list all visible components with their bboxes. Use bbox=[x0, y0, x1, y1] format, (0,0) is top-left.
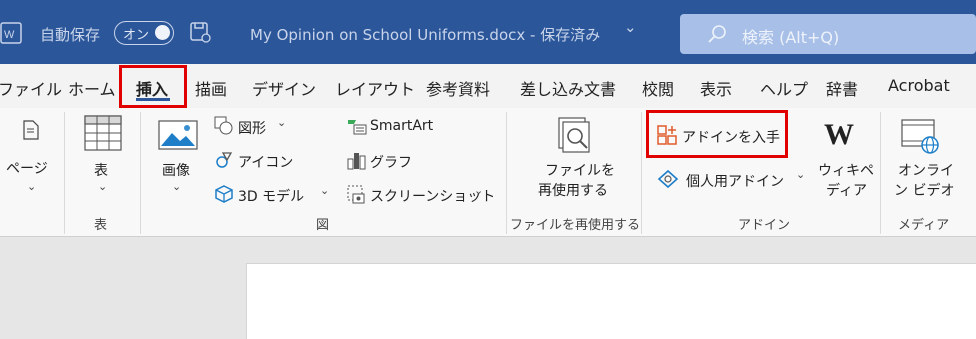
tab-help[interactable]: ヘルプ bbox=[760, 76, 808, 100]
tab-acrobat[interactable]: Acrobat bbox=[888, 76, 950, 95]
icons-icon bbox=[214, 150, 234, 174]
group-label-reuse-files: ファイルを再使用する bbox=[510, 218, 641, 233]
reuse-files-icon[interactable] bbox=[555, 116, 595, 160]
my-addins-icon bbox=[657, 168, 681, 194]
tab-review[interactable]: 校閲 bbox=[642, 76, 674, 100]
shapes-chevron-icon[interactable]: ⌄ bbox=[277, 116, 286, 129]
tab-home[interactable]: ホーム bbox=[68, 76, 116, 100]
autosave-toggle-state: オン bbox=[123, 28, 150, 43]
title-bar: W 自動保存 オン My Opinion on School Uniforms.… bbox=[0, 0, 976, 64]
my-addins-chevron-icon[interactable]: ⌄ bbox=[796, 168, 805, 181]
search-icon bbox=[706, 23, 728, 49]
table-chevron-icon[interactable]: ⌄ bbox=[98, 180, 107, 193]
screenshot-chevron-icon[interactable]: ⌄ bbox=[474, 184, 483, 197]
pages-chevron-icon[interactable]: ⌄ bbox=[27, 180, 36, 193]
reuse-files-label-line1[interactable]: ファイルを bbox=[545, 160, 615, 180]
tab-layout[interactable]: レイアウト bbox=[335, 76, 415, 100]
svg-text:W: W bbox=[824, 118, 854, 151]
document-title[interactable]: My Opinion on School Uniforms.docx - 保存済… bbox=[250, 24, 600, 45]
3d-models-chevron-icon[interactable]: ⌄ bbox=[320, 184, 329, 197]
picture-button-label[interactable]: 画像 bbox=[162, 160, 190, 180]
reuse-files-label-line2[interactable]: 再使用する bbox=[538, 180, 608, 200]
shapes-button-label[interactable]: 図形 bbox=[238, 118, 266, 138]
document-page[interactable] bbox=[246, 263, 976, 339]
tab-references[interactable]: 参考資料 bbox=[426, 76, 490, 100]
table-button-label[interactable]: 表 bbox=[94, 160, 108, 180]
3d-models-icon bbox=[214, 184, 234, 208]
shapes-icon bbox=[214, 116, 234, 140]
page-icon bbox=[22, 120, 40, 144]
separator bbox=[880, 112, 881, 234]
autosave-label: 自動保存 bbox=[40, 26, 101, 44]
pages-button-label[interactable]: ページ bbox=[6, 158, 48, 178]
picture-icon[interactable] bbox=[158, 120, 198, 154]
separator bbox=[506, 112, 507, 234]
table-icon[interactable] bbox=[84, 115, 122, 155]
wikipedia-icon[interactable]: W bbox=[822, 116, 862, 156]
icons-button-label[interactable]: アイコン bbox=[238, 152, 293, 172]
save-icon[interactable] bbox=[188, 20, 212, 48]
3d-models-button-label[interactable]: 3D モデル bbox=[238, 186, 304, 206]
smartart-button-label[interactable]: SmartArt bbox=[370, 118, 433, 134]
wikipedia-label-line1[interactable]: ウィキペ bbox=[818, 160, 874, 180]
toggle-knob bbox=[155, 25, 170, 40]
search-box[interactable]: 検索 (Alt+Q) bbox=[680, 14, 976, 54]
separator bbox=[64, 112, 65, 234]
chart-icon bbox=[346, 150, 368, 174]
tab-view[interactable]: 表示 bbox=[700, 76, 732, 100]
tab-file[interactable]: ファイル bbox=[0, 76, 62, 100]
tab-mailings[interactable]: 差し込み文書 bbox=[520, 76, 616, 100]
smartart-icon bbox=[346, 116, 368, 140]
title-dropdown-icon[interactable]: ⌄ bbox=[624, 18, 637, 36]
highlight-insert-tab bbox=[119, 65, 187, 108]
screenshot-icon bbox=[346, 184, 368, 210]
tab-draw[interactable]: 描画 bbox=[195, 76, 227, 100]
my-addins-button-label[interactable]: 個人用アドイン bbox=[686, 171, 784, 191]
svg-text:W: W bbox=[4, 29, 15, 41]
highlight-get-addins bbox=[646, 110, 788, 158]
chart-button-label[interactable]: グラフ bbox=[370, 152, 412, 172]
tab-design[interactable]: デザイン bbox=[252, 76, 316, 100]
tab-dictionary[interactable]: 辞書 bbox=[826, 76, 858, 100]
picture-chevron-icon[interactable]: ⌄ bbox=[172, 180, 181, 193]
search-placeholder: 検索 (Alt+Q) bbox=[742, 28, 840, 47]
wikipedia-label-line2[interactable]: ディア bbox=[826, 180, 867, 200]
online-video-icon[interactable] bbox=[900, 118, 942, 160]
group-label-tables: 表 bbox=[94, 218, 108, 233]
word-logo-icon: W bbox=[0, 22, 22, 48]
separator bbox=[641, 112, 642, 234]
autosave-toggle[interactable]: オン bbox=[114, 21, 174, 45]
group-label-media: メディア bbox=[898, 218, 950, 233]
group-label-addins: アドイン bbox=[738, 218, 791, 233]
online-video-label-line1[interactable]: オンライ bbox=[898, 160, 954, 180]
group-label-illustrations: 図 bbox=[316, 218, 330, 233]
separator bbox=[140, 112, 141, 234]
online-video-label-line2[interactable]: ン ビデオ bbox=[894, 180, 954, 200]
